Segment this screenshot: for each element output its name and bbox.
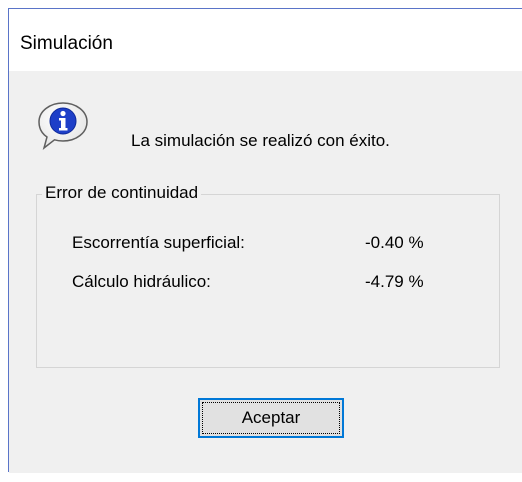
title-bar[interactable]: Simulación (9, 9, 522, 71)
ok-button[interactable]: Aceptar (198, 398, 344, 438)
hydraulic-calc-value: -4.79 % (365, 272, 424, 291)
group-label: Error de continuidad (42, 183, 202, 203)
dialog-body: La simulación se realizó con éxito. Erro… (9, 71, 522, 473)
window-title: Simulación (20, 33, 113, 54)
continuity-error-group: Error de continuidad Escorrentía superfi… (36, 183, 500, 368)
info-icon (38, 102, 88, 150)
status-message: La simulación se realizó con éxito. (131, 131, 390, 150)
surface-runoff-value: -0.40 % (365, 233, 424, 252)
hydraulic-calc-label: Cálculo hidráulico: (72, 272, 211, 291)
surface-runoff-label: Escorrentía superficial: (72, 233, 245, 252)
dialog-window: Simulación La simulación se realizó con … (8, 8, 522, 473)
